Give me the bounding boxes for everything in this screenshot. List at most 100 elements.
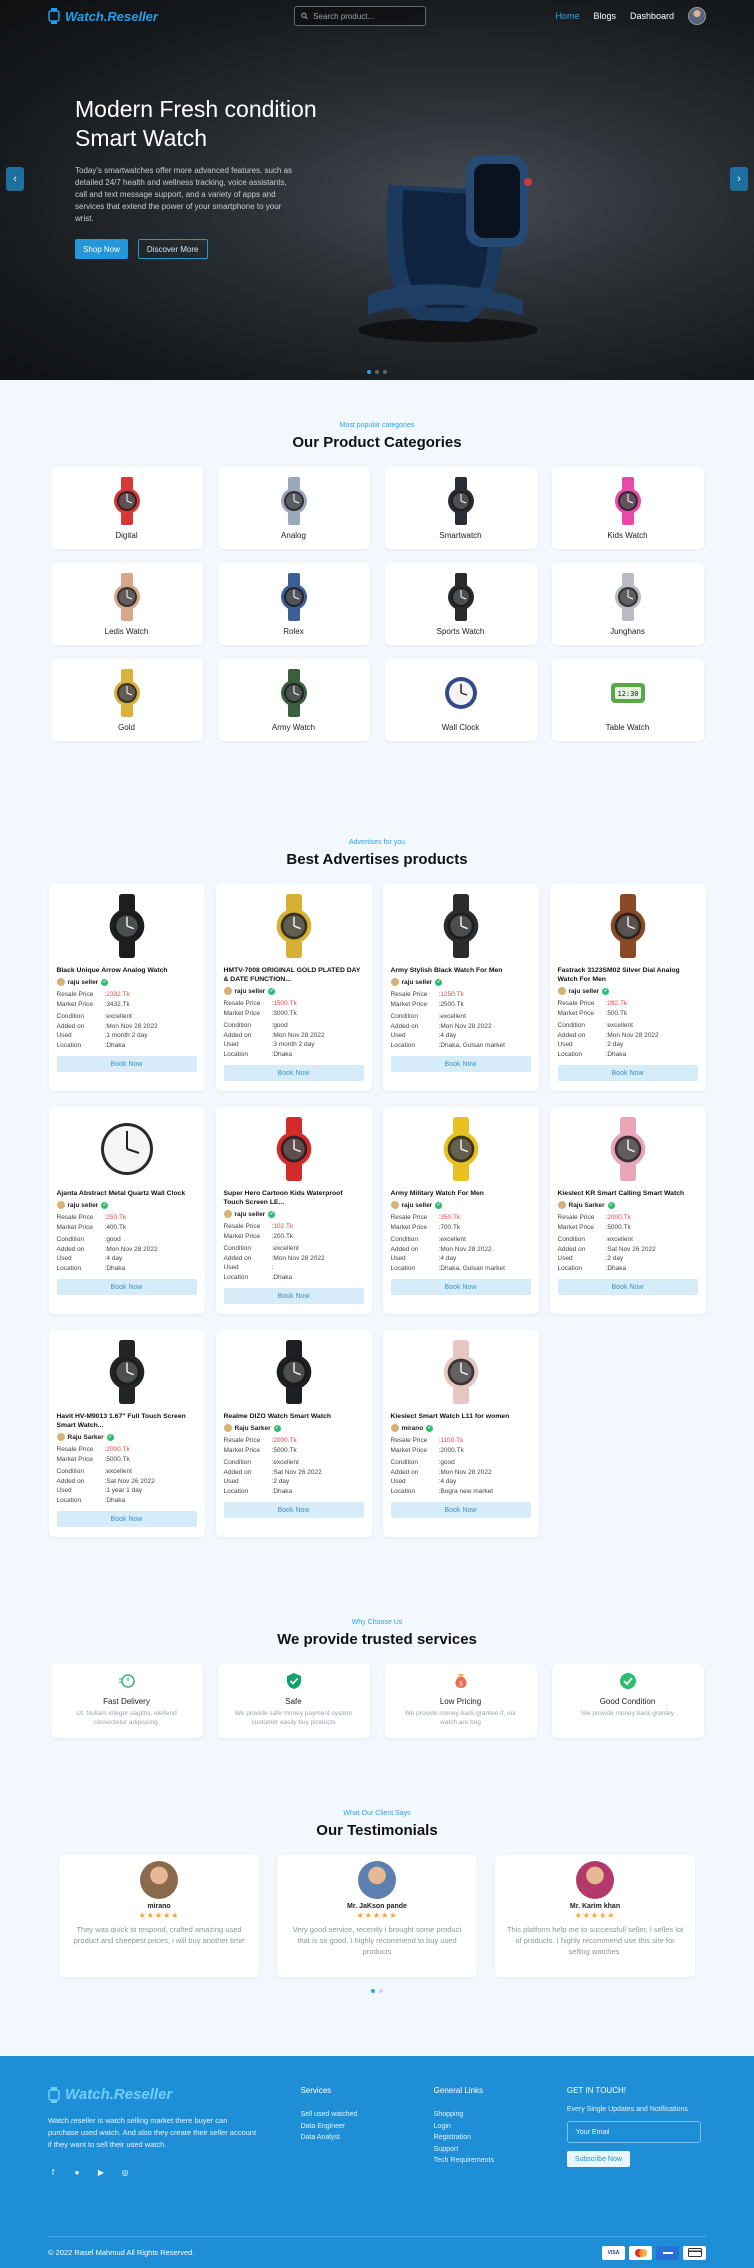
mastercard-icon — [629, 2245, 652, 2260]
carousel-dot[interactable] — [383, 370, 387, 374]
category-card[interactable]: Ledis Watch — [50, 563, 203, 645]
product-image[interactable] — [224, 892, 364, 960]
section-subtitle: Most popular categories — [339, 422, 415, 429]
product-title[interactable]: Army Stylish Black Watch For Men — [391, 966, 531, 975]
footer-general-links: General Links Shopping Login Registratio… — [434, 2086, 567, 2177]
user-avatar[interactable] — [688, 7, 706, 25]
info-label: Condition — [390, 1013, 418, 1020]
seller-avatar — [390, 1424, 399, 1432]
footer-link[interactable]: Login — [434, 2121, 567, 2133]
svg-text:12:30: 12:30 — [617, 690, 638, 698]
product-title[interactable]: Fastrack 3123SM02 Silver Dial Analog Wat… — [558, 966, 698, 984]
book-now-button[interactable]: Book Now — [56, 1056, 197, 1072]
book-now-button[interactable]: Book Now — [56, 1511, 197, 1527]
nav-link-dashboard[interactable]: Dashboard — [630, 11, 674, 21]
info-label: Condition — [223, 1459, 251, 1466]
footer-link[interactable]: Support — [434, 2144, 567, 2156]
info-row: Resale Price: 1100.Tk — [391, 1436, 531, 1446]
category-card[interactable]: Sports Watch — [384, 563, 537, 645]
nav-link-home[interactable]: Home — [555, 11, 579, 21]
product-image[interactable] — [57, 892, 197, 960]
info-label: Location — [56, 1496, 82, 1504]
github-icon[interactable]: ● — [72, 2167, 82, 2177]
product-title[interactable]: Ajanta Abstract Metal Quartz Wall Clock — [57, 1189, 197, 1198]
book-now-button[interactable]: Book Now — [223, 1288, 364, 1304]
product-image[interactable] — [391, 892, 531, 960]
category-card[interactable]: Kids Watch — [551, 467, 704, 549]
category-card[interactable]: Army Watch — [217, 659, 370, 741]
testimonial-dot[interactable] — [379, 1989, 383, 1993]
category-card[interactable]: Wall Clock — [384, 659, 537, 741]
footer-logo[interactable]: Watch.Reseller — [48, 2086, 300, 2103]
book-now-button[interactable]: Book Now — [557, 1279, 698, 1295]
seller-avatar — [557, 1201, 566, 1209]
footer-link[interactable]: Data Analyst — [300, 2132, 433, 2144]
product-title[interactable]: Super Hero Cartoon Kids Waterproof Touch… — [224, 1189, 364, 1207]
product-image[interactable] — [224, 1338, 364, 1406]
info-label: Used — [223, 1041, 239, 1048]
book-now-button[interactable]: Book Now — [390, 1056, 531, 1072]
verified-check-icon: ✓ — [435, 1201, 443, 1209]
book-now-button[interactable]: Book Now — [223, 1065, 364, 1081]
footer-link[interactable]: Sell used watched — [300, 2109, 433, 2121]
product-image[interactable] — [391, 1338, 531, 1406]
product-title[interactable]: Kieslect Smart Watch L11 for women — [391, 1412, 531, 1421]
category-card[interactable]: Gold — [50, 659, 203, 741]
nav-link-blogs[interactable]: Blogs — [593, 11, 616, 21]
social-links: f ● ▶ ◎ — [48, 2167, 300, 2177]
info-label: Added on — [223, 1031, 252, 1039]
product-image[interactable] — [57, 1115, 197, 1183]
product-title[interactable]: Army Military Watch For Men — [391, 1189, 531, 1198]
footer-link[interactable]: Data Engineer — [300, 2121, 433, 2133]
product-title[interactable]: HMTV-7008 ORIGINAL GOLD PLATED DAY & DAT… — [224, 966, 364, 984]
category-card[interactable]: Rolex — [217, 563, 370, 645]
category-card[interactable]: Smartwatch — [384, 467, 537, 549]
site-logo[interactable]: Watch.Reseller — [48, 8, 294, 24]
product-image[interactable] — [558, 892, 698, 960]
carousel-prev-button[interactable]: ‹ — [6, 167, 24, 191]
product-image[interactable] — [57, 1338, 197, 1406]
category-card[interactable]: Junghans — [551, 563, 704, 645]
footer-link[interactable]: Registration — [434, 2132, 567, 2144]
product-title[interactable]: Havit HV-M9013 1.67" Full Touch Screen S… — [57, 1412, 197, 1430]
footer-link[interactable]: Shopping — [434, 2109, 567, 2121]
shop-now-button[interactable]: Shop Now — [75, 239, 128, 259]
product-title[interactable]: Kieslect KR Smart Calling Smart Watch — [558, 1189, 698, 1198]
product-image[interactable] — [224, 1115, 364, 1183]
product-title[interactable]: Black Unique Arrow Analog Watch — [57, 966, 197, 975]
info-value: Dhaka — [273, 1487, 293, 1495]
info-label: Location — [223, 1050, 249, 1058]
category-card[interactable]: Digital — [50, 467, 203, 549]
product-image[interactable] — [391, 1115, 531, 1183]
search-box — [294, 6, 426, 26]
info-label: Location — [390, 1487, 416, 1495]
discover-more-button[interactable]: Discover More — [137, 239, 208, 259]
facebook-icon[interactable]: f — [48, 2167, 58, 2177]
seller-avatar — [223, 987, 232, 995]
book-now-button[interactable]: Book Now — [390, 1502, 531, 1518]
subscribe-button[interactable]: Subscribe Now — [566, 2151, 630, 2167]
carousel-dot[interactable] — [367, 370, 371, 374]
search-input[interactable] — [313, 11, 419, 21]
carousel-dot[interactable] — [375, 370, 379, 374]
youtube-icon[interactable]: ▶ — [96, 2167, 106, 2177]
product-title[interactable]: Realme DIZO Watch Smart Watch — [224, 1412, 364, 1421]
info-value: Dhaka — [273, 1273, 293, 1281]
product-image[interactable] — [558, 1115, 698, 1183]
info-row: Location: Dhaka — [57, 1496, 197, 1506]
category-card[interactable]: Analog — [217, 467, 370, 549]
book-now-button[interactable]: Book Now — [557, 1065, 698, 1081]
book-now-button[interactable]: Book Now — [390, 1279, 531, 1295]
footer-link[interactable]: Tech Requirements — [434, 2155, 567, 2167]
info-label: Condition — [390, 1236, 418, 1243]
shield-check-icon — [285, 1672, 303, 1692]
carousel-next-button[interactable]: › — [730, 167, 748, 191]
category-name: Table Watch — [605, 722, 650, 732]
book-now-button[interactable]: Book Now — [56, 1279, 197, 1295]
testimonial-dot[interactable] — [371, 1989, 375, 1993]
instagram-icon[interactable]: ◎ — [120, 2167, 130, 2177]
book-now-button[interactable]: Book Now — [223, 1502, 364, 1518]
category-card[interactable]: 12:30 Table Watch — [551, 659, 704, 741]
info-row: Condition: excellent — [391, 1235, 531, 1245]
email-field[interactable] — [566, 2121, 701, 2143]
